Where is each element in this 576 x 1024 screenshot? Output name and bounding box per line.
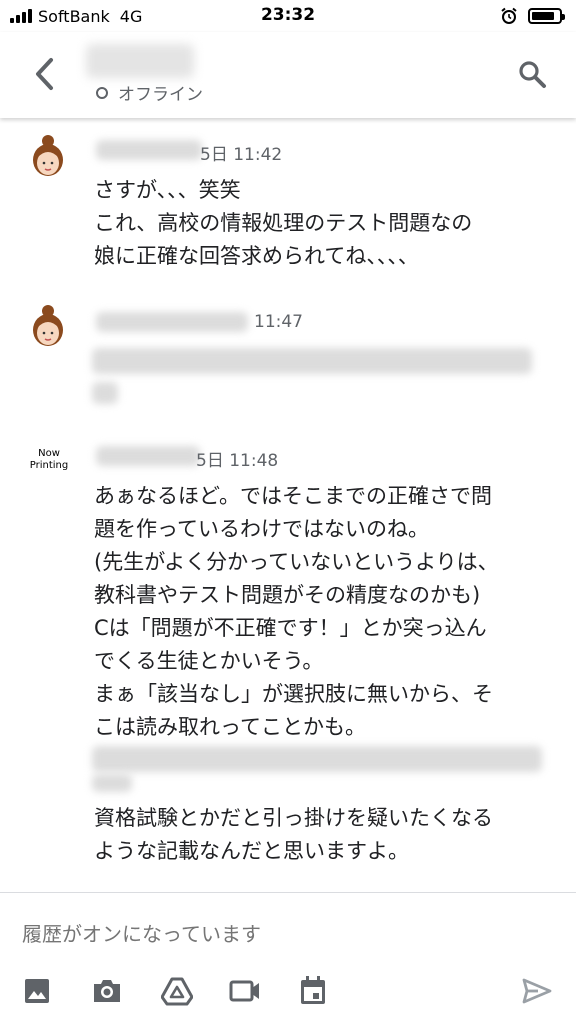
drive-button[interactable] xyxy=(158,972,196,1010)
search-icon xyxy=(519,61,546,88)
presence-label: オフライン xyxy=(118,85,203,105)
avatar[interactable] xyxy=(28,134,68,178)
image-icon xyxy=(25,979,49,1003)
message-text: さすが、、、笑笑 これ、高校の情報処理のテスト問題なの 娘に正確な回答求められて… xyxy=(94,178,473,268)
composer-divider xyxy=(0,892,576,893)
image-button[interactable] xyxy=(18,972,56,1010)
camera-button[interactable] xyxy=(88,972,126,1010)
message-text-redacted xyxy=(92,348,532,374)
message-text-redacted xyxy=(92,382,118,404)
message-text-redacted xyxy=(92,746,542,772)
presence-status: オフライン xyxy=(96,80,203,105)
message: 5日 11:42 さすが、、、笑笑 これ、高校の情報処理のテスト問題なの 娘に正… xyxy=(0,134,576,284)
video-button[interactable] xyxy=(226,972,264,1010)
message: 11:47 xyxy=(0,304,576,414)
camera-icon xyxy=(94,980,120,1002)
chat-header: オフライン xyxy=(0,32,576,118)
message-text-continued: 資格試験とかだと引っ掛けを疑いたくなる ような記載なんだと思いますよ。 xyxy=(94,806,493,863)
status-bar: SoftBank 4G 23:32 xyxy=(0,0,576,32)
calendar-icon xyxy=(301,976,325,1004)
video-icon xyxy=(229,980,259,1002)
drive-icon xyxy=(161,977,193,1006)
contact-name-redacted xyxy=(86,44,194,78)
avatar-placeholder[interactable]: Now Printing xyxy=(26,448,72,472)
calendar-button[interactable] xyxy=(294,972,332,1010)
message-timestamp: 11:47 xyxy=(254,312,303,332)
message: Now Printing 5日 11:48 あぁなるほど。ではそこまでの正確さで… xyxy=(0,434,576,874)
battery-level xyxy=(532,12,555,20)
sender-name-redacted xyxy=(96,312,248,332)
send-button[interactable] xyxy=(518,972,556,1010)
status-right xyxy=(500,7,565,25)
send-icon xyxy=(522,978,552,1004)
sender-name-redacted xyxy=(96,140,202,160)
arrow-back-icon xyxy=(36,58,53,90)
message-text-redacted xyxy=(92,774,132,792)
clock: 23:32 xyxy=(260,5,316,25)
message-timestamp: 5日 11:48 xyxy=(196,451,279,471)
message-text: あぁなるほど。ではそこまでの正確さで問 題を作っているわけではないのね。 (先生… xyxy=(94,484,499,739)
composer-toolbar xyxy=(0,966,576,1016)
woman-avatar-icon xyxy=(33,135,63,176)
message-input[interactable] xyxy=(22,918,542,950)
back-button[interactable] xyxy=(26,54,62,94)
avatar[interactable] xyxy=(28,304,68,348)
presence-dot-icon xyxy=(96,86,108,99)
battery-icon xyxy=(528,8,565,24)
sender-name-redacted xyxy=(96,446,200,466)
woman-avatar-icon xyxy=(33,305,63,346)
search-button[interactable] xyxy=(512,54,552,94)
alarm-icon xyxy=(501,7,517,24)
message-timestamp: 5日 11:42 xyxy=(200,145,283,165)
